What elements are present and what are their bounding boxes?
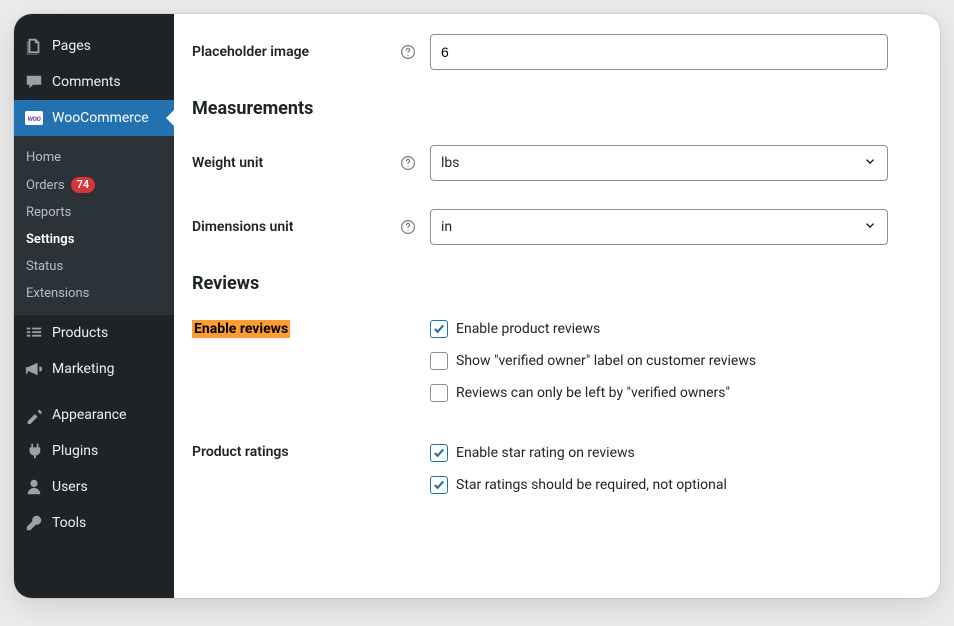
submenu-extensions[interactable]: Extensions	[14, 280, 174, 307]
placeholder-image-label: Placeholder image	[192, 44, 309, 60]
submenu-status[interactable]: Status	[14, 253, 174, 280]
sidebar-item-comments[interactable]: Comments	[14, 64, 174, 100]
verified-only-checkbox[interactable]	[430, 384, 448, 402]
sidebar-item-tools[interactable]: Tools	[14, 505, 174, 541]
help-icon[interactable]	[400, 219, 416, 235]
submenu-settings[interactable]: Settings	[14, 226, 174, 253]
check-label: Show "verified owner" label on customer …	[456, 353, 756, 369]
weight-unit-row: Weight unit lbs	[192, 145, 888, 181]
help-icon[interactable]	[400, 44, 416, 60]
dimensions-unit-row: Dimensions unit in	[192, 209, 888, 245]
submenu-orders[interactable]: Orders 74	[14, 171, 174, 199]
nav-label: Appearance	[52, 407, 126, 423]
nav-label: Products	[52, 325, 108, 341]
admin-sidebar: Pages Comments woo WooCommerce Home Orde…	[14, 14, 174, 598]
users-icon	[24, 477, 44, 497]
check-label: Enable star rating on reviews	[456, 445, 635, 461]
sidebar-item-woocommerce[interactable]: woo WooCommerce	[14, 100, 174, 136]
enable-reviews-checkbox[interactable]	[430, 320, 448, 338]
placeholder-image-row: Placeholder image	[192, 34, 888, 70]
dimensions-unit-select[interactable]: in	[430, 209, 888, 245]
nav-label: Tools	[52, 515, 86, 531]
nav-label: Plugins	[52, 443, 98, 459]
verified-label-checkbox[interactable]	[430, 352, 448, 370]
chevron-down-icon	[863, 218, 877, 236]
pages-icon	[24, 36, 44, 56]
star-required-checkbox[interactable]	[430, 476, 448, 494]
sidebar-item-pages[interactable]: Pages	[14, 28, 174, 64]
marketing-icon	[24, 359, 44, 379]
star-rating-checkbox[interactable]	[430, 444, 448, 462]
orders-count-badge: 74	[71, 177, 96, 193]
submenu-reports[interactable]: Reports	[14, 199, 174, 226]
help-icon[interactable]	[400, 155, 416, 171]
product-ratings-row: Product ratings Enable star rating on re…	[192, 444, 888, 508]
placeholder-image-input[interactable]	[430, 34, 888, 70]
measurements-heading: Measurements	[192, 98, 888, 119]
woocommerce-submenu: Home Orders 74 Reports Settings Status E…	[14, 136, 174, 315]
submenu-home[interactable]: Home	[14, 144, 174, 171]
products-icon	[24, 323, 44, 343]
plugins-icon	[24, 441, 44, 461]
enable-reviews-label: Enable reviews	[192, 320, 290, 338]
nav-label: WooCommerce	[52, 110, 149, 126]
nav-label: Pages	[52, 38, 91, 54]
sidebar-item-users[interactable]: Users	[14, 469, 174, 505]
weight-unit-label: Weight unit	[192, 155, 263, 171]
product-ratings-label: Product ratings	[192, 444, 289, 460]
nav-label: Marketing	[52, 361, 115, 377]
comments-icon	[24, 72, 44, 92]
nav-label: Comments	[52, 74, 121, 90]
sidebar-item-appearance[interactable]: Appearance	[14, 397, 174, 433]
sidebar-item-products[interactable]: Products	[14, 315, 174, 351]
weight-unit-select[interactable]: lbs	[430, 145, 888, 181]
chevron-down-icon	[863, 154, 877, 172]
settings-main: Placeholder image Measurements Weight un…	[174, 14, 940, 598]
check-label: Enable product reviews	[456, 321, 600, 337]
enable-reviews-row: Enable reviews Enable product reviews Sh…	[192, 320, 888, 416]
appearance-icon	[24, 405, 44, 425]
woocommerce-icon: woo	[24, 108, 44, 128]
dimensions-unit-label: Dimensions unit	[192, 219, 294, 235]
tools-icon	[24, 513, 44, 533]
sidebar-item-marketing[interactable]: Marketing	[14, 351, 174, 387]
sidebar-item-plugins[interactable]: Plugins	[14, 433, 174, 469]
nav-label: Users	[52, 479, 88, 495]
check-label: Star ratings should be required, not opt…	[456, 477, 727, 493]
reviews-heading: Reviews	[192, 273, 888, 294]
check-label: Reviews can only be left by "verified ow…	[456, 385, 730, 401]
